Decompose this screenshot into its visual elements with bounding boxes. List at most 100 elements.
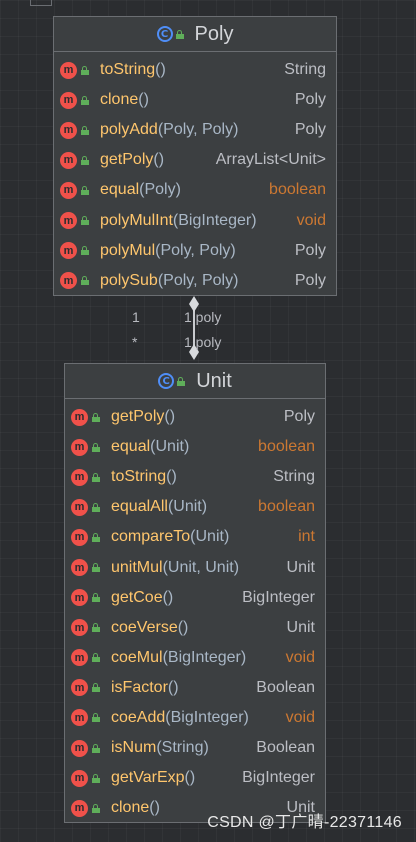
method-name: coeAdd xyxy=(111,708,166,726)
return-type: String xyxy=(284,61,326,79)
method-params: (BigInteger) xyxy=(172,211,257,229)
method-row[interactable]: m coeVerse() Unit xyxy=(65,613,325,643)
lock-icon xyxy=(175,29,185,39)
method-row[interactable]: m polyAdd (Poly, Poly) Poly xyxy=(54,115,336,145)
association-connector xyxy=(189,296,199,360)
method-row[interactable]: m compareTo (Unit) int xyxy=(65,522,325,552)
partial-element-top xyxy=(30,0,52,6)
return-type: Poly xyxy=(294,241,326,259)
method-icon: m xyxy=(60,242,77,260)
method-icon: m xyxy=(71,799,88,817)
method-row[interactable]: m isNum (String) Boolean xyxy=(65,733,325,763)
multiplicity-left-top: 1 xyxy=(132,309,140,325)
method-params: (Poly) xyxy=(139,181,181,199)
method-params: () xyxy=(153,151,165,169)
class-box-unit[interactable]: C Unit m getPoly() Poly m equal (Unit) boolean… xyxy=(64,363,326,823)
lock-icon xyxy=(81,276,90,286)
return-type: Boolean xyxy=(256,678,315,696)
method-icon: m xyxy=(60,181,77,199)
method-name: getPoly xyxy=(100,151,154,169)
method-icon: m xyxy=(71,769,88,787)
return-type: void xyxy=(296,211,326,229)
class-name: Poly xyxy=(194,22,234,45)
method-row[interactable]: m getVarExp() BigInteger xyxy=(65,763,325,793)
return-type: Unit xyxy=(286,618,315,636)
return-type: Poly xyxy=(294,91,326,109)
method-row[interactable]: m toString() String xyxy=(54,55,336,85)
method-name: polyMulInt xyxy=(100,211,173,229)
method-name: equalAll xyxy=(111,498,168,516)
method-name: coeVerse xyxy=(111,618,178,636)
lock-icon xyxy=(81,65,90,75)
return-type: Boolean xyxy=(256,739,315,757)
method-row[interactable]: m polyMulInt (BigInteger) void xyxy=(54,205,336,235)
member-list: m getPoly() Poly m equal (Unit) boolean m toStri… xyxy=(65,399,325,823)
method-params: () xyxy=(167,678,179,696)
lock-icon xyxy=(92,773,101,783)
return-type: Poly xyxy=(283,408,315,426)
method-icon: m xyxy=(71,559,88,577)
method-row[interactable]: m polyMul (Poly, Poly) Poly xyxy=(54,236,336,266)
method-row[interactable]: m coeMul (BigInteger) void xyxy=(65,643,325,673)
method-row[interactable]: m getPoly() Poly xyxy=(65,402,325,432)
lock-icon xyxy=(92,442,101,452)
method-icon: m xyxy=(71,438,88,456)
return-type: Unit xyxy=(286,558,315,576)
method-icon: m xyxy=(60,61,77,79)
method-name: polyMul xyxy=(100,241,156,259)
method-icon: m xyxy=(60,121,77,139)
method-icon: m xyxy=(71,408,88,426)
method-params: (Unit, Unit) xyxy=(162,558,240,576)
method-params: (BigInteger) xyxy=(165,708,249,726)
lock-icon xyxy=(92,593,101,603)
class-box-poly[interactable]: C Poly m toString() String m clone() Poly m pol… xyxy=(53,16,337,296)
lock-icon xyxy=(177,376,186,386)
method-params: (String) xyxy=(156,739,209,757)
method-icon: m xyxy=(71,498,88,516)
method-icon: m xyxy=(71,528,88,546)
method-row[interactable]: m isFactor() Boolean xyxy=(65,673,325,703)
method-name: polySub xyxy=(100,271,158,289)
return-type: int xyxy=(298,528,315,546)
lock-icon xyxy=(92,713,101,723)
method-row[interactable]: m equal (Unit) boolean xyxy=(65,432,325,462)
method-row[interactable]: m getCoe() BigInteger xyxy=(65,583,325,613)
method-icon: m xyxy=(71,739,88,757)
multiplicity-left-bottom: * xyxy=(132,334,138,350)
method-row[interactable]: m equal (Poly) boolean xyxy=(54,175,336,205)
role-right-bottom: 1 poly xyxy=(184,334,222,350)
method-row[interactable]: m clone() Poly xyxy=(54,85,336,115)
method-row[interactable]: m getPoly() ArrayList<Unit> xyxy=(54,145,336,175)
method-params: (Poly, Poly) xyxy=(155,241,236,259)
return-type: boolean xyxy=(258,498,315,516)
return-type: boolean xyxy=(258,438,315,456)
method-icon: m xyxy=(71,619,88,637)
watermark: CSDN @丁广晴-22371146 xyxy=(207,814,402,831)
method-row[interactable]: m toString() String xyxy=(65,462,325,492)
return-type: BigInteger xyxy=(242,769,315,787)
method-name: unitMul xyxy=(111,558,163,576)
method-name: coeMul xyxy=(111,648,163,666)
class-icon: C xyxy=(156,26,173,42)
method-name: equal xyxy=(111,438,151,456)
lock-icon xyxy=(81,95,90,105)
return-type: BigInteger xyxy=(242,588,315,606)
lock-icon xyxy=(81,125,90,135)
method-name: clone xyxy=(100,91,139,109)
method-row[interactable]: m equalAll (Unit) boolean xyxy=(65,492,325,522)
method-icon: m xyxy=(71,649,88,667)
return-type: Poly xyxy=(294,121,326,139)
method-row[interactable]: m unitMul (Unit, Unit) Unit xyxy=(65,552,325,582)
method-row[interactable]: m coeAdd (BigInteger) void xyxy=(65,703,325,733)
method-icon: m xyxy=(71,468,88,486)
method-name: equal xyxy=(100,181,140,199)
lock-icon xyxy=(92,803,101,813)
return-type: Poly xyxy=(294,271,326,289)
method-icon: m xyxy=(71,679,88,697)
member-list: m toString() String m clone() Poly m polyAdd (Po… xyxy=(54,52,336,296)
lock-icon xyxy=(92,472,101,482)
lock-icon xyxy=(92,563,101,573)
lock-icon xyxy=(92,683,101,693)
method-name: getVarExp xyxy=(111,769,185,787)
method-params: (Poly, Poly) xyxy=(157,121,239,139)
